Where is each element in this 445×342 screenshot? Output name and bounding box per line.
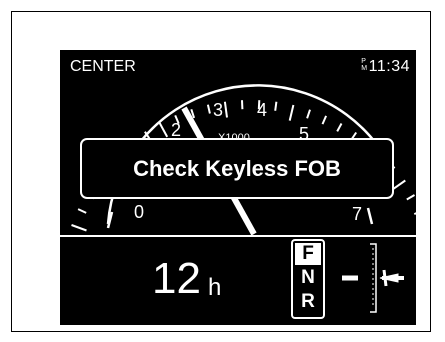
warning-message: Check Keyless FOB [133, 155, 341, 181]
ampm-indicator: PM [361, 58, 368, 72]
tach-tick [391, 179, 406, 191]
tach-tick [306, 109, 311, 119]
gear-neutral: N [301, 267, 315, 288]
tach-tick [77, 208, 87, 214]
gear-indicator: F N R [291, 239, 329, 321]
tach-tick [274, 101, 278, 111]
warning-popup: Check Keyless FOB [80, 138, 394, 199]
tach-tick [288, 104, 295, 121]
tach-tick [158, 122, 169, 138]
tach-label-4: 4 [257, 100, 268, 120]
engine-hours-value: 12 [152, 254, 201, 303]
tach-tick [336, 123, 343, 132]
tach-label-3: 3 [213, 100, 224, 120]
tach-tick [223, 101, 228, 118]
tach-label-0: 0 [134, 202, 145, 222]
trim-indicator [342, 243, 404, 313]
tach-tick [321, 115, 328, 125]
tach-tick [206, 104, 211, 114]
gear-reverse: R [301, 291, 315, 312]
clock: P M11:34 [361, 58, 410, 76]
tach-tick [406, 194, 416, 201]
figure-frame: CENTER PM11:34 0 2 3 4 5 7 X1000 Check K… [11, 11, 431, 332]
gear-forward: F [295, 243, 321, 265]
tach-label-7: 7 [352, 204, 363, 224]
display-mode-label: CENTER [70, 58, 136, 75]
tach-tick [71, 224, 87, 232]
instrument-display: CENTER PM11:34 0 2 3 4 5 7 X1000 Check K… [60, 50, 416, 325]
engine-hours-unit: h [208, 274, 222, 301]
clock-time: 11:34 [368, 58, 410, 75]
tach-tick [413, 212, 416, 216]
